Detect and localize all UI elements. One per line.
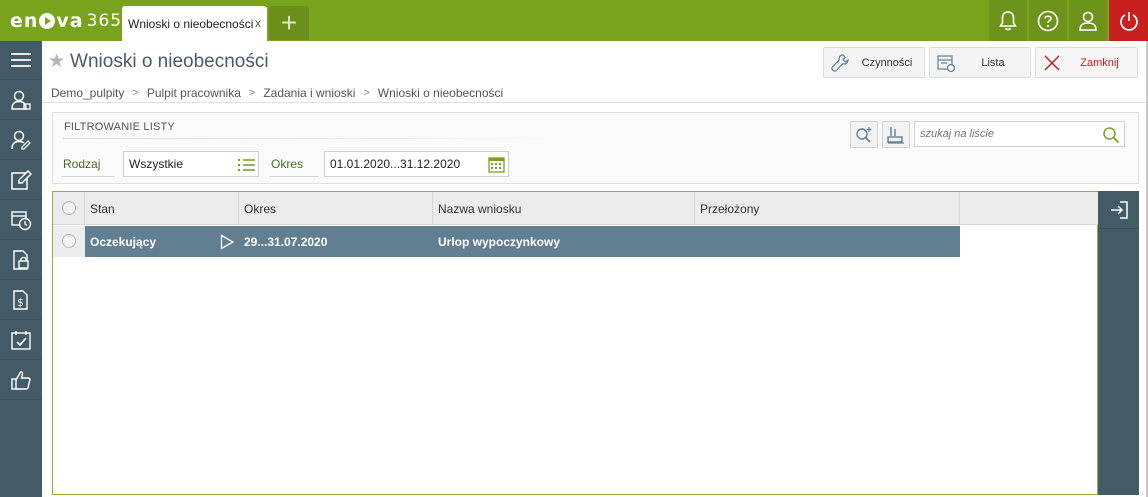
column-header-przelozony[interactable]: Przełożony [695, 192, 960, 225]
advanced-search-button[interactable] [850, 121, 878, 148]
left-sidebar: $ [0, 41, 42, 497]
wrench-icon [831, 53, 849, 72]
data-grid: Stan Okres Nazwa wniosku Przełożony Ocze… [52, 191, 1098, 495]
select-all-radio[interactable] [62, 201, 76, 215]
top-bar: en va 365 Wnioski o nieobecności x + [0, 0, 1148, 41]
sidebar-item-absence[interactable] [0, 201, 42, 240]
filter-panel: FILTROWANIE LISTY Rodzaj Wszystkie Okres… [52, 112, 1139, 184]
breadcrumb-item-current: Wnioski o nieobecności [377, 86, 504, 100]
svg-text:$: $ [17, 296, 24, 309]
header-divider [42, 102, 1148, 103]
row-select-radio[interactable] [62, 234, 76, 248]
sidebar-item-documents-lock[interactable] [0, 241, 42, 280]
calendar-clock-icon [11, 211, 32, 231]
plus-icon: + [280, 7, 298, 38]
column-header-nazwa[interactable]: Nazwa wniosku [433, 192, 695, 225]
thumbs-up-icon [11, 371, 31, 390]
okres-value: 01.01.2020...31.12.2020 [330, 157, 461, 171]
rodzaj-select[interactable]: Wszystkie [123, 151, 259, 177]
sidebar-menu-button[interactable] [0, 41, 42, 80]
document-money-icon: $ [13, 290, 28, 310]
list-icon [237, 158, 255, 171]
search-field[interactable] [914, 121, 1125, 147]
breadcrumb-separator-icon: > [248, 87, 256, 99]
sidebar-item-employee[interactable] [0, 81, 42, 120]
add-tab-button[interactable]: + [269, 6, 309, 40]
breadcrumb-separator-icon: > [132, 87, 139, 99]
breadcrumb-item[interactable]: Demo_pulpity [51, 86, 124, 100]
label-underline [269, 176, 319, 177]
breadcrumb-item[interactable]: Pulpit pracownika [147, 86, 241, 100]
logo-play-icon [39, 13, 56, 29]
cell-okres: 29...31.07.2020 [244, 234, 328, 249]
calendar-icon [488, 157, 505, 173]
sidebar-item-approvals[interactable] [0, 361, 42, 400]
column-header-okres[interactable]: Okres [239, 192, 433, 225]
actions-button[interactable]: Czynności [823, 47, 925, 78]
breadcrumb-item[interactable]: Zadania i wnioski [263, 86, 355, 100]
sidebar-item-tasks[interactable] [0, 321, 42, 360]
breadcrumb: Demo_pulpity > Pulpit pracownika > Zadan… [51, 86, 503, 100]
filter-settings-icon [887, 126, 904, 144]
app-logo[interactable]: en va 365 [10, 9, 122, 33]
rodzaj-label: Rodzaj [63, 157, 101, 171]
help-button[interactable] [1029, 0, 1067, 41]
calendar-check-icon [11, 331, 31, 350]
favorite-star-icon[interactable]: ★ [48, 50, 65, 73]
filter-settings-button[interactable] [882, 121, 910, 148]
menu-icon [11, 53, 31, 67]
filter-title-divider [63, 138, 563, 139]
label-underline [61, 176, 115, 177]
document-lock-icon [13, 250, 29, 270]
breadcrumb-separator-icon: > [363, 87, 370, 99]
notifications-button[interactable] [989, 0, 1027, 41]
logout-button[interactable] [1109, 0, 1148, 41]
rodzaj-value: Wszystkie [129, 157, 183, 171]
cell-stan: Oczekujący [90, 234, 157, 249]
table-row[interactable]: Oczekujący 29...31.07.2020 Urlop wypoczy… [85, 226, 960, 257]
close-icon [1044, 54, 1060, 71]
sidebar-item-employee-edit[interactable] [0, 121, 42, 160]
page-title: Wnioski o nieobecności [70, 50, 269, 72]
row-select-cell [53, 226, 85, 257]
tab-wnioski[interactable]: Wnioski o nieobecności x [122, 6, 267, 41]
edit-icon [11, 169, 32, 190]
play-arrow-icon[interactable] [220, 234, 235, 250]
filter-title: FILTROWANIE LISTY [64, 121, 175, 133]
employee-edit-icon [11, 130, 31, 150]
employee-icon [11, 90, 31, 110]
search-plus-icon [856, 126, 872, 143]
column-header-stan[interactable]: Stan [85, 192, 239, 225]
power-icon [1119, 11, 1138, 31]
sidebar-item-payroll[interactable]: $ [0, 281, 42, 320]
sidebar-item-edit[interactable] [0, 161, 42, 200]
close-button[interactable]: Zamknij [1035, 47, 1138, 78]
cell-nazwa: Urlop wypoczynkowy [438, 234, 561, 249]
user-icon [1079, 11, 1097, 31]
open-record-button[interactable] [1098, 191, 1139, 229]
search-icon[interactable] [1102, 126, 1120, 144]
okres-date-range[interactable]: 01.01.2020...31.12.2020 [324, 151, 509, 177]
header-select-cell [53, 192, 85, 225]
search-input[interactable] [915, 128, 1095, 140]
tab-close-button[interactable]: x [255, 16, 261, 30]
okres-label: Okres [271, 157, 304, 171]
tab-label: Wnioski o nieobecności [128, 16, 254, 31]
sign-in-icon [1110, 200, 1128, 219]
right-action-panel [1098, 191, 1139, 495]
bell-icon [999, 10, 1017, 30]
cell-przelozony [695, 226, 960, 257]
grid-header: Stan Okres Nazwa wniosku Przełożony [53, 192, 1098, 225]
user-button[interactable] [1069, 0, 1107, 41]
help-icon [1037, 10, 1059, 31]
list-settings-icon [937, 54, 956, 72]
page-header: ★ Wnioski o nieobecności [48, 50, 269, 73]
list-button[interactable]: Lista [929, 47, 1031, 78]
